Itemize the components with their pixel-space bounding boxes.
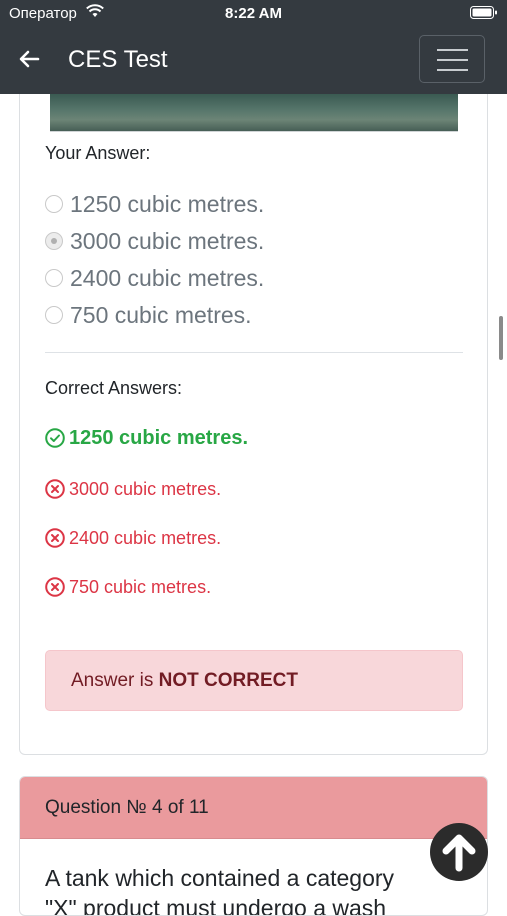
hamburger-icon <box>437 49 468 51</box>
correct-answers-label: Correct Answers: <box>45 378 183 398</box>
page-title: CES Test <box>68 46 168 73</box>
x-circle-icon <box>45 528 65 548</box>
radio-button[interactable] <box>45 269 63 287</box>
question-number: Question № 4 of 11 <box>45 797 209 818</box>
arrow-up-icon <box>442 834 476 872</box>
back-arrow-icon[interactable] <box>18 48 40 70</box>
radio-button[interactable] <box>45 195 63 213</box>
x-circle-icon <box>45 577 65 597</box>
next-question-card: Question № 4 of 11 A tank which containe… <box>19 776 488 916</box>
radio-button[interactable] <box>45 306 63 324</box>
divider <box>45 352 463 353</box>
battery-icon <box>470 6 497 19</box>
result-alert: Answer is NOT CORRECT <box>45 650 463 711</box>
check-circle-icon <box>45 428 65 448</box>
question-image <box>50 94 458 132</box>
status-bar: Оператор 8:22 AM <box>0 0 507 26</box>
x-circle-icon <box>45 479 65 499</box>
question-header: Question № 4 of 11 <box>20 777 487 839</box>
radio-button-selected[interactable] <box>45 232 63 250</box>
menu-toggle-button[interactable] <box>419 35 485 83</box>
scrollbar[interactable] <box>499 316 503 360</box>
result-prefix: Answer is <box>71 670 159 691</box>
clock: 8:22 AM <box>225 5 282 22</box>
question-text: A tank which contained a category "X" pr… <box>45 865 395 916</box>
your-answer-label: Your Answer: <box>45 143 151 163</box>
app-navbar: CES Test <box>0 26 507 94</box>
result-verdict: NOT CORRECT <box>158 670 298 691</box>
scroll-to-top-button[interactable] <box>430 823 488 881</box>
